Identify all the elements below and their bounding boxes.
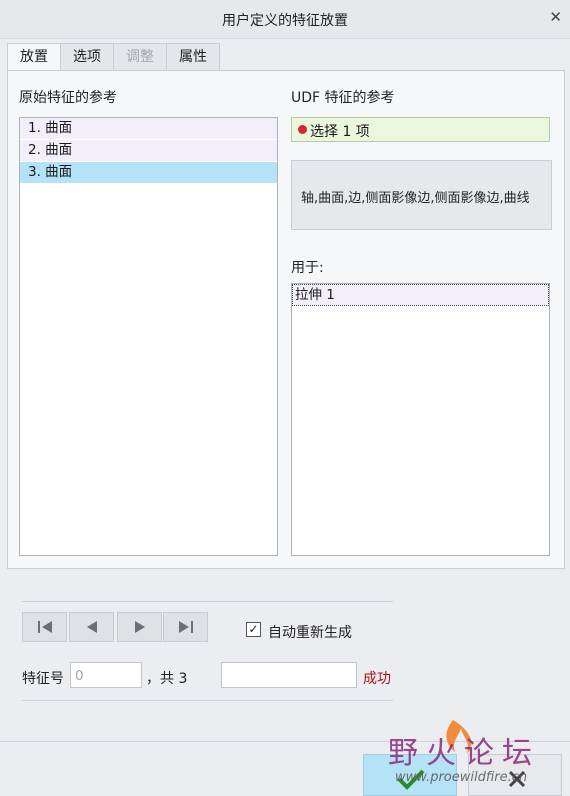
tab-strip: 放置 选项 调整 属性: [7, 43, 220, 72]
last-icon: [178, 621, 193, 633]
feature-number-label: 特征号: [22, 671, 64, 687]
reference-types-text: 轴,曲面,边,侧面影像边,侧面影像边,曲线: [301, 191, 530, 206]
list-item[interactable]: 1. 曲面: [20, 118, 277, 140]
next-button[interactable]: [117, 612, 162, 642]
first-icon: [37, 621, 52, 633]
tab-options[interactable]: 选项: [60, 43, 114, 71]
placement-panel: 原始特征的参考 UDF 特征的参考 1. 曲面 2. 曲面 3. 曲面 选择 1…: [7, 70, 565, 569]
auto-regenerate-label: 自动重新生成: [268, 625, 352, 641]
divider: [22, 700, 393, 701]
used-for-list[interactable]: 拉伸 1: [291, 283, 550, 556]
first-button[interactable]: [22, 612, 67, 642]
selection-text: 选择 1 项: [310, 124, 370, 140]
divider: [22, 601, 393, 602]
used-for-label: 用于:: [291, 260, 324, 276]
required-dot-icon: [298, 125, 307, 134]
last-button[interactable]: [163, 612, 208, 642]
list-item[interactable]: 拉伸 1: [292, 284, 549, 306]
title-bar: 用户定义的特征放置 ✕: [0, 0, 570, 39]
feature-number-input[interactable]: 0: [70, 662, 142, 688]
list-item-selected[interactable]: 3. 曲面: [20, 162, 277, 184]
next-icon: [134, 621, 145, 633]
feature-number-placeholder: 0: [75, 668, 84, 684]
status-text: 成功: [363, 671, 391, 687]
selection-collector[interactable]: 选择 1 项: [291, 117, 550, 142]
previous-button[interactable]: [69, 612, 114, 642]
list-item[interactable]: 2. 曲面: [20, 140, 277, 162]
previous-icon: [86, 621, 97, 633]
watermark-title: 野火论坛: [388, 736, 540, 771]
original-refs-label: 原始特征的参考: [19, 90, 117, 106]
tab-adjust: 调整: [113, 43, 167, 71]
close-icon[interactable]: ✕: [549, 8, 562, 26]
udf-refs-label: UDF 特征的参考: [291, 90, 395, 106]
window-title: 用户定义的特征放置: [222, 13, 348, 29]
original-refs-list[interactable]: 1. 曲面 2. 曲面 3. 曲面: [19, 117, 278, 556]
reference-types-box: 轴,曲面,边,侧面影像边,侧面影像边,曲线: [291, 160, 552, 230]
feature-name-field[interactable]: [221, 662, 357, 688]
tab-placement[interactable]: 放置: [7, 43, 61, 72]
auto-regenerate-checkbox[interactable]: ✓: [246, 622, 261, 637]
total-count-text: ，共 3: [146, 671, 188, 687]
tab-properties[interactable]: 属性: [166, 43, 220, 71]
watermark-url: www.proewildfire.cn: [395, 770, 528, 785]
